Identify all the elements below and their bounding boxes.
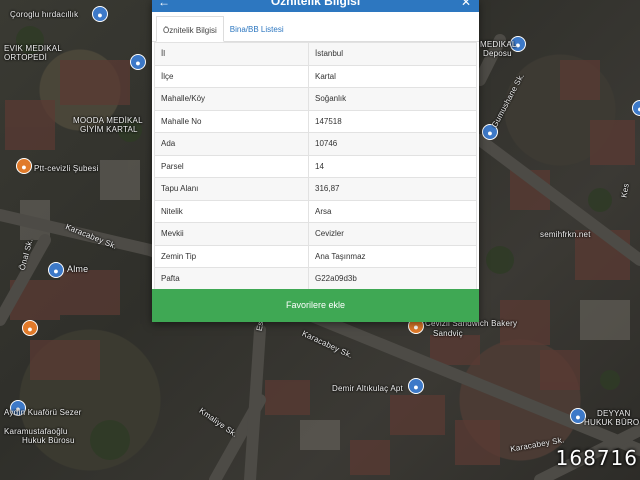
post-office-icon[interactable]: ● [16, 158, 32, 174]
table-row: Parsel 14 [154, 154, 477, 178]
map-label: Demir Altıkulaç Apt [332, 384, 403, 393]
map-label: Karamustafaoğlu [4, 427, 68, 436]
listing-id-watermark: 168716 [555, 446, 638, 470]
row-key: Tapu Alanı [154, 177, 309, 201]
tab-building-list[interactable]: Bina/BB Listesi [224, 16, 290, 42]
row-key: Mevkii [154, 222, 309, 246]
map-label: MOODA MEDİKAL [73, 116, 143, 125]
table-row: İl İstanbul [154, 42, 477, 66]
row-key: İlçe [154, 64, 309, 88]
map-label: MEDIKAL [480, 40, 517, 49]
row-key: Zemin Tip [154, 244, 309, 268]
parcel-info-dialog: ← Öznitelik Bilgisi ✕ Öznitelik Bilgisi … [152, 0, 479, 322]
table-row: Tapu Alanı 316,87 [154, 177, 477, 201]
row-value: İstanbul [308, 42, 477, 66]
row-key: Mahalle No [154, 109, 309, 133]
map-label: Aydın Kuaförü Sezer [4, 408, 82, 417]
shopping-cart-icon[interactable]: ● [130, 54, 146, 70]
map-label: Deposu [483, 49, 512, 58]
table-row: İlçe Kartal [154, 64, 477, 88]
row-value: 147518 [308, 109, 477, 133]
row-value: Soğanlık [308, 87, 477, 111]
map-label: Sandviç [433, 329, 463, 338]
table-row: Zemin Tip Ana Taşınmaz [154, 244, 477, 268]
tab-attribute-info[interactable]: Öznitelik Bilgisi [156, 16, 224, 42]
attribute-table: İl İstanbul İlçe Kartal Mahalle/Köy Soğanlı… [154, 42, 477, 291]
map-label: Hukuk Bürosu [22, 436, 75, 445]
row-key: İl [154, 42, 309, 66]
map-label: semihfrkn.net [540, 230, 591, 239]
row-key: Mahalle/Köy [154, 87, 309, 111]
table-row: Ada 10746 [154, 132, 477, 156]
row-value: Cevizler [308, 222, 477, 246]
row-key: Ada [154, 132, 309, 156]
map-label: EVIK MEDIKAL [4, 44, 62, 53]
table-row: Mevkii Cevizler [154, 222, 477, 246]
map-label: HUKUK BÜROSU [584, 418, 640, 427]
dialog-header: ← Öznitelik Bilgisi ✕ [152, 0, 479, 12]
row-value: Ana Taşınmaz [308, 244, 477, 268]
row-value: G22a09d3b [308, 267, 477, 291]
row-value: Arsa [308, 199, 477, 223]
map-label: Alme [67, 264, 89, 274]
dialog-tabs: Öznitelik Bilgisi Bina/BB Listesi [152, 12, 479, 42]
row-key: Nitelik [154, 199, 309, 223]
close-icon[interactable]: ✕ [461, 0, 471, 9]
table-row: Mahalle/Köy Soğanlık [154, 87, 477, 111]
row-value: 316,87 [308, 177, 477, 201]
row-value: Kartal [308, 64, 477, 88]
add-to-favorites-button[interactable]: Favorilere ekle [152, 289, 479, 322]
restaurant-icon[interactable]: ● [22, 320, 38, 336]
map-label: DEYYAN [597, 409, 631, 418]
map-label: Ptt-cevizli Şubesi [34, 164, 99, 173]
map-pin-icon[interactable]: ● [48, 262, 64, 278]
row-value: 10746 [308, 132, 477, 156]
dialog-title: Öznitelik Bilgisi [270, 0, 361, 8]
table-row: Nitelik Arsa [154, 199, 477, 223]
map-pin-icon[interactable]: ● [408, 378, 424, 394]
row-key: Pafta [154, 267, 309, 291]
map-label: ORTOPEDİ [4, 53, 48, 62]
map-label: Çoroglu hırdacıllık [10, 10, 79, 19]
map-pin-icon[interactable]: ● [92, 6, 108, 22]
table-row: Mahalle No 147518 [154, 109, 477, 133]
map-label: GİYİM KARTAL [80, 125, 138, 134]
table-row: Pafta G22a09d3b [154, 267, 477, 291]
row-value: 14 [308, 154, 477, 178]
row-key: Parsel [154, 154, 309, 178]
